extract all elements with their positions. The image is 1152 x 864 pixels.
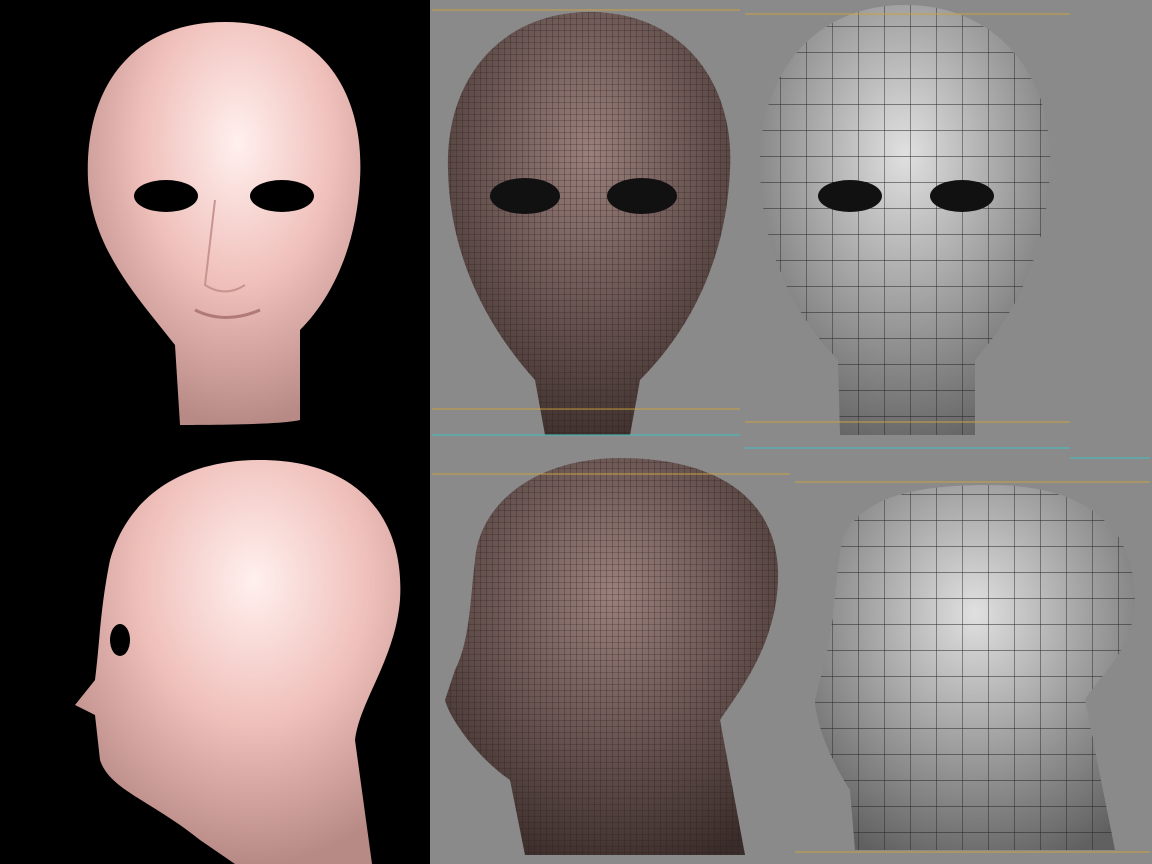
model-sheet (0, 0, 1152, 864)
wireframe-low-side (815, 485, 1135, 850)
